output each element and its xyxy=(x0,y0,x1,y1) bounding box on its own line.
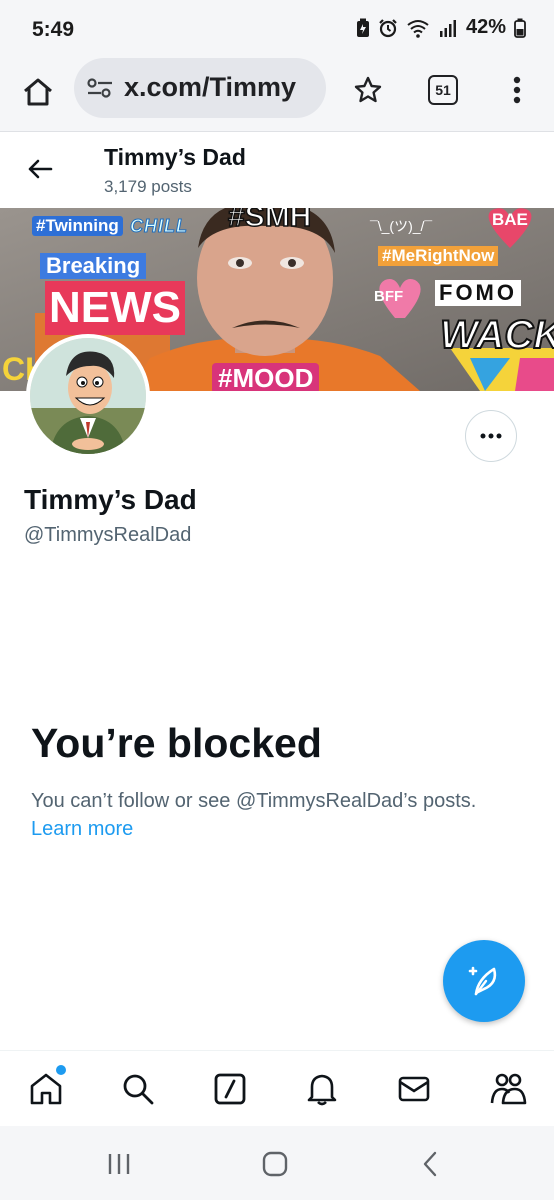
android-navigation-bar xyxy=(0,1126,554,1200)
battery-saver-icon xyxy=(356,18,369,37)
more-vertical-icon xyxy=(513,76,521,104)
site-settings-icon[interactable] xyxy=(86,76,114,100)
header-post-count: 3,179 posts xyxy=(104,177,192,196)
banner-sticker-breaking: Breaking xyxy=(40,253,147,279)
nav-messages[interactable] xyxy=(394,1069,434,1109)
banner-sticker-bff: BFF xyxy=(374,288,404,305)
signal-icon xyxy=(439,19,456,37)
nav-grok[interactable] xyxy=(210,1069,250,1109)
arrow-left-icon xyxy=(28,159,53,179)
blocked-message-block: You can’t follow or see @TimmysRealDad’s… xyxy=(31,787,531,843)
nav-communities[interactable] xyxy=(488,1069,528,1109)
blocked-message: You can’t follow or see @TimmysRealDad’s… xyxy=(31,790,477,812)
nav-home[interactable] xyxy=(26,1065,66,1109)
banner-sticker-news: NEWS xyxy=(45,281,185,335)
home-icon xyxy=(24,78,52,106)
bottom-navigation xyxy=(0,1050,554,1126)
profile-handle: @TimmysRealDad xyxy=(24,524,192,546)
compose-post-button[interactable] xyxy=(443,940,525,1022)
system-home-button[interactable] xyxy=(260,1150,290,1178)
wifi-icon xyxy=(407,19,429,38)
recents-button[interactable] xyxy=(104,1150,134,1178)
home-icon xyxy=(30,1073,62,1105)
more-horizontal-icon xyxy=(480,433,502,439)
learn-more-link[interactable]: Learn more xyxy=(31,818,133,840)
communities-icon xyxy=(490,1073,527,1105)
banner-sticker-mood: #MOOD xyxy=(212,363,320,391)
status-icons: 42% xyxy=(356,16,526,39)
search-icon xyxy=(123,1074,154,1105)
banner-sticker-merightnow: #MeRightNow xyxy=(378,246,499,266)
nav-notifications[interactable] xyxy=(302,1069,342,1109)
profile-name: Timmy’s Dad xyxy=(24,484,197,515)
back-icon xyxy=(423,1151,437,1177)
url-bar[interactable]: x.com/Timmy xyxy=(74,58,326,118)
grok-icon xyxy=(214,1073,246,1105)
more-options-button[interactable] xyxy=(465,410,517,462)
avatar-image xyxy=(30,338,146,454)
browser-toolbar: x.com/Timmy 51 xyxy=(0,58,554,132)
profile-header-bar: Timmy’s Dad 3,179 posts xyxy=(0,133,554,208)
banner-sticker-fomo: FOMO xyxy=(435,280,521,306)
home-icon xyxy=(262,1151,288,1177)
browser-menu-button[interactable] xyxy=(502,72,532,108)
system-back-button[interactable] xyxy=(418,1150,442,1178)
compose-feather-icon xyxy=(468,966,497,996)
banner-sticker-wack: WACK xyxy=(439,312,554,358)
blocked-title: You’re blocked xyxy=(31,720,322,766)
battery-icon xyxy=(514,18,526,38)
banner-sticker-twinning: #Twinning xyxy=(32,216,123,236)
banner-sticker-smh: #SMH xyxy=(227,208,312,234)
banner-sticker-shrug: ¯\_(ツ)_/¯ xyxy=(370,218,433,234)
avatar[interactable] xyxy=(26,334,150,458)
recents-icon xyxy=(108,1154,130,1174)
tab-count: 51 xyxy=(435,82,451,98)
url-text[interactable]: x.com/Timmy xyxy=(124,72,296,103)
bookmark-button[interactable] xyxy=(350,72,386,108)
messages-icon xyxy=(398,1076,430,1102)
banner-sticker-bae: BAE xyxy=(492,210,528,229)
browser-home-button[interactable] xyxy=(18,72,58,112)
status-time: 5:49 xyxy=(32,18,75,41)
battery-percent: 42% xyxy=(465,16,506,38)
back-button[interactable] xyxy=(22,151,58,187)
notifications-icon xyxy=(307,1074,337,1106)
alarm-icon xyxy=(379,18,397,37)
header-name: Timmy’s Dad xyxy=(104,144,246,170)
tabs-button[interactable]: 51 xyxy=(428,75,458,105)
status-bar: 5:49 42% xyxy=(0,0,554,58)
banner-sticker-chill: CHILL xyxy=(130,216,188,237)
notification-dot xyxy=(56,1065,66,1075)
star-icon xyxy=(354,76,382,103)
nav-search[interactable] xyxy=(118,1069,158,1109)
